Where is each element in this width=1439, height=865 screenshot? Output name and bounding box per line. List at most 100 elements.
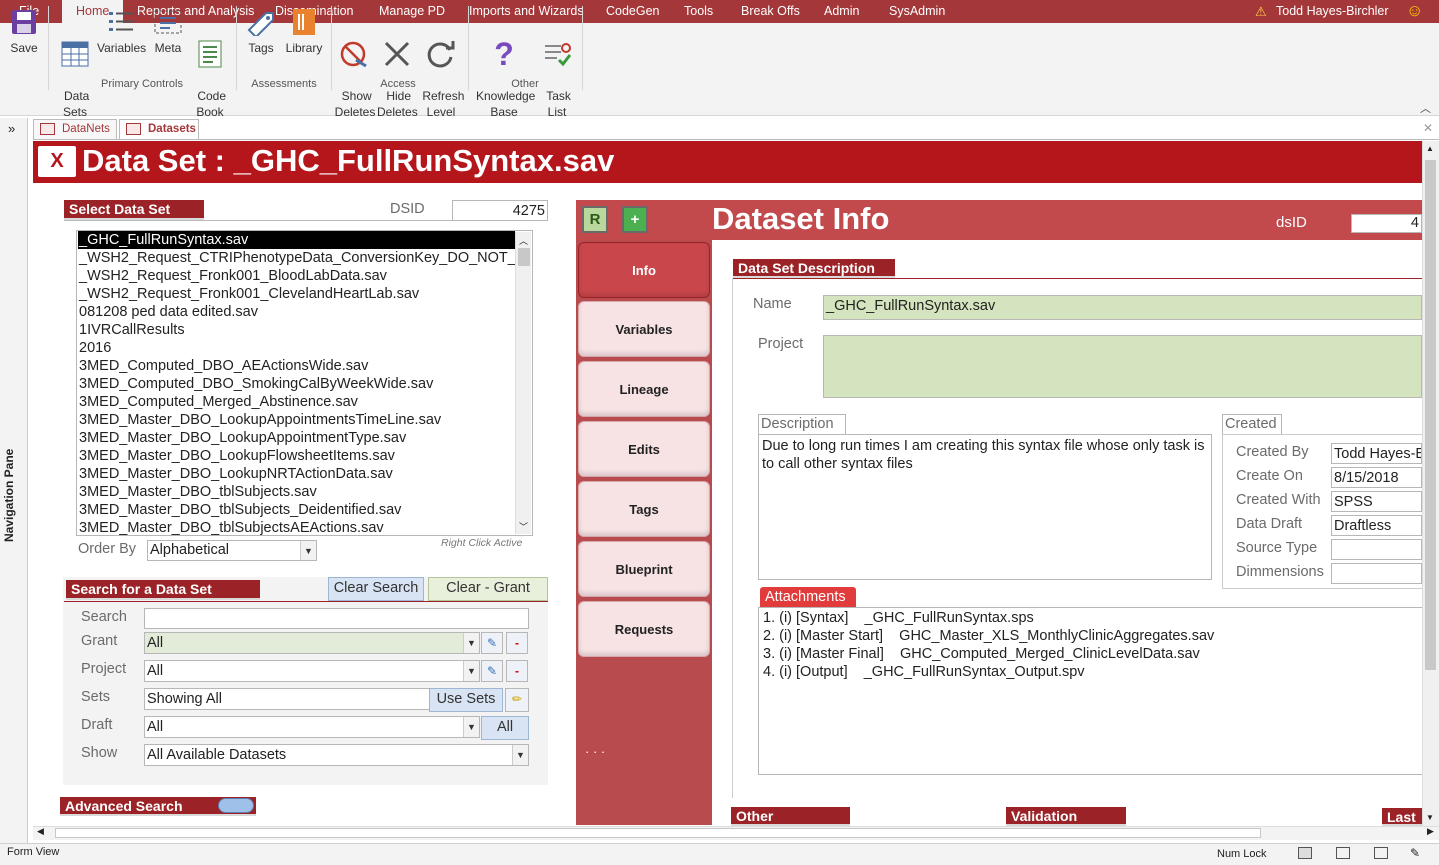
save-button[interactable]: Save — [8, 6, 40, 56]
list-item[interactable]: 2016 — [79, 339, 111, 357]
more-tabs[interactable]: · · · — [585, 744, 605, 759]
list-item[interactable]: 081208 ped data edited.sav — [79, 303, 258, 321]
chevron-down-icon[interactable]: ▼ — [300, 541, 316, 560]
tags-button[interactable]: Tags — [244, 6, 278, 56]
list-item[interactable]: _WSH2_Request_Fronk001_BloodLabData.sav — [79, 267, 387, 285]
edit-grant-button[interactable]: ✎ — [481, 632, 503, 654]
chevron-up-icon[interactable]: ︿ — [519, 234, 528, 247]
scroll-thumb[interactable] — [55, 828, 1261, 838]
list-item[interactable]: 3MED_Computed_DBO_AEActionsWide.sav — [79, 357, 368, 375]
tab-admin[interactable]: Admin — [824, 0, 859, 23]
list-item[interactable]: 3MED_Master_DBO_tblSubjects_Deidentified… — [79, 501, 401, 519]
source-type-field[interactable] — [1331, 539, 1422, 560]
clear-grant-button[interactable]: Clear - Grant — [428, 577, 548, 601]
data-draft-field[interactable]: Draftless — [1331, 515, 1422, 536]
list-item[interactable]: 3MED_Master_DBO_LookupAppointmentsTimeLi… — [79, 411, 441, 429]
list-item[interactable]: _WSH2_Request_Fronk001_ClevelandHeartLab… — [79, 285, 419, 303]
list-item[interactable]: 1IVRCallResults — [79, 321, 185, 339]
scroll-thumb[interactable] — [1425, 160, 1436, 670]
attachment-item[interactable]: 4. (i) [Output] _GHC_FullRunSyntax_Outpu… — [763, 663, 1085, 681]
project-select[interactable]: All ▼ — [144, 660, 480, 682]
code-book-button[interactable]: Code Book — [192, 6, 228, 120]
refresh-level-button[interactable]: Refresh Level — [419, 6, 464, 120]
data-sets-button[interactable]: Data Sets — [56, 6, 94, 120]
scroll-down-icon[interactable]: ▼ — [1426, 813, 1434, 822]
remove-grant-button[interactable]: - — [506, 632, 528, 654]
tab-blueprint[interactable]: Blueprint — [578, 541, 710, 597]
r-button[interactable]: R — [582, 206, 608, 233]
variables-button[interactable]: Variables — [97, 6, 146, 56]
draft-all-button[interactable]: All — [481, 716, 529, 740]
design-view-icon[interactable]: ✎ — [1410, 846, 1420, 860]
chevron-down-icon[interactable]: ▼ — [463, 633, 479, 653]
list-item[interactable]: _GHC_FullRunSyntax.sav — [78, 231, 515, 249]
remove-project-button[interactable]: - — [506, 660, 528, 682]
created-with-field[interactable]: SPSS — [1331, 491, 1422, 512]
tab-edits[interactable]: Edits — [578, 421, 710, 477]
tab-tools[interactable]: Tools — [684, 0, 713, 23]
list-scrollbar[interactable] — [515, 232, 531, 534]
chevron-down-icon[interactable]: ﹀ — [519, 520, 528, 533]
form-view-icon[interactable] — [1298, 847, 1312, 859]
chevron-down-icon[interactable]: ▼ — [463, 661, 479, 681]
datasheet-view-icon[interactable] — [1336, 847, 1350, 859]
draft-select[interactable]: All ▼ — [144, 716, 480, 738]
doc-tab-datanets[interactable]: DataNets — [33, 119, 117, 139]
list-item[interactable]: 3MED_Computed_DBO_SmokingCalByWeekWide.s… — [79, 375, 433, 393]
grant-select[interactable]: All ▼ — [144, 632, 480, 654]
edit-project-button[interactable]: ✎ — [481, 660, 503, 682]
smiley-icon[interactable]: ☺ — [1406, 1, 1423, 21]
hide-deletes-button[interactable]: Hide Deletes — [377, 6, 418, 120]
list-item[interactable]: 3MED_Master_DBO_tblSubjects.sav — [79, 483, 317, 501]
close-doc-icon[interactable]: ✕ — [1423, 121, 1433, 135]
chevron-down-icon[interactable]: ▼ — [512, 745, 528, 765]
dsid-info-field[interactable]: 4 — [1351, 214, 1422, 233]
tab-requests[interactable]: Requests — [578, 601, 710, 657]
list-item[interactable]: _WSH2_Request_CTRIPhenotypeData_Conversi… — [79, 249, 516, 267]
tab-break-offs[interactable]: Break Offs — [741, 0, 800, 23]
edit-sets-button[interactable]: ✏ — [505, 688, 529, 712]
expand-nav-icon[interactable]: » — [8, 121, 15, 136]
scroll-thumb[interactable] — [518, 248, 530, 266]
tab-info[interactable]: Info — [578, 242, 710, 298]
layout-view-icon[interactable] — [1374, 847, 1388, 859]
list-item[interactable]: 3MED_Master_DBO_LookupNRTActionData.sav — [79, 465, 393, 483]
search-input[interactable] — [144, 608, 529, 629]
add-button[interactable]: + — [622, 206, 648, 233]
dsid-field[interactable]: 4275 — [452, 200, 548, 221]
tab-tags[interactable]: Tags — [578, 481, 710, 537]
create-on-field[interactable]: 8/15/2018 — [1331, 467, 1422, 488]
list-item[interactable]: 3MED_Computed_Merged_Abstinence.sav — [79, 393, 358, 411]
scroll-right-icon[interactable]: ▶ — [1427, 826, 1434, 837]
advanced-toggle[interactable] — [218, 798, 254, 813]
name-field[interactable]: _GHC_FullRunSyntax.sav — [823, 295, 1422, 320]
tab-codegen[interactable]: CodeGen — [606, 0, 660, 23]
collapse-ribbon-icon[interactable]: ︿ — [1420, 100, 1431, 116]
description-field[interactable]: Due to long run times I am creating this… — [758, 434, 1212, 580]
scroll-left-icon[interactable]: ◀ — [37, 826, 44, 837]
use-sets-button[interactable]: Use Sets — [429, 688, 503, 712]
show-select[interactable]: All Available Datasets ▼ — [144, 744, 529, 766]
tab-sysadmin[interactable]: SysAdmin — [889, 0, 945, 23]
knowledge-base-button[interactable]: ? Knowledge Base — [472, 6, 536, 120]
attachment-item[interactable]: 3. (i) [Master Final] GHC_Computed_Merge… — [763, 645, 1200, 663]
created-by-field[interactable]: Todd Hayes-B — [1331, 443, 1422, 464]
project-field[interactable] — [823, 335, 1422, 398]
scroll-up-icon[interactable]: ▲ — [1426, 144, 1434, 153]
close-form-button[interactable]: X — [38, 146, 76, 177]
list-item[interactable]: 3MED_Master_DBO_LookupFlowsheetItems.sav — [79, 447, 395, 465]
order-by-select[interactable]: Alphabetical ▼ — [147, 540, 317, 561]
show-deletes-button[interactable]: Show Deletes — [334, 6, 376, 120]
chevron-down-icon[interactable]: ▼ — [463, 717, 479, 737]
tab-variables[interactable]: Variables — [578, 301, 710, 357]
library-button[interactable]: Library — [283, 6, 325, 56]
meta-button[interactable]: Meta — [150, 6, 186, 56]
list-item[interactable]: 3MED_Master_DBO_LookupAppointmentType.sa… — [79, 429, 406, 447]
task-list-button[interactable]: Task List — [540, 6, 574, 120]
doc-tab-datasets[interactable]: Datasets — [119, 119, 199, 140]
attachment-item[interactable]: 1. (i) [Syntax] _GHC_FullRunSyntax.sps — [763, 609, 1034, 627]
dimensions-field[interactable] — [1331, 563, 1422, 584]
attachment-item[interactable]: 2. (i) [Master Start] GHC_Master_XLS_Mon… — [763, 627, 1214, 645]
list-item[interactable]: 3MED_Master_DBO_tblSubjectsAEActions.sav — [79, 519, 384, 535]
clear-search-button[interactable]: Clear Search — [328, 577, 424, 601]
